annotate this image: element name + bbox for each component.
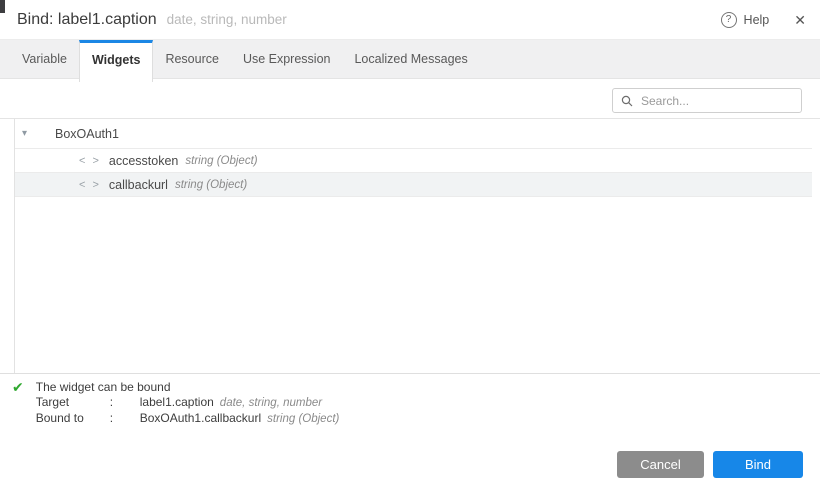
code-brackets-icon: < > <box>79 179 101 191</box>
tab-localized-messages[interactable]: Localized Messages <box>342 40 479 78</box>
status-value: BoxOAuth1.callbackurl <box>140 411 261 425</box>
status-label: Bound to <box>36 411 110 426</box>
help-icon: ? <box>721 12 737 28</box>
status-type: date, string, number <box>220 397 322 409</box>
status-value: label1.caption <box>140 395 214 409</box>
help-label: Help <box>744 13 770 27</box>
close-icon[interactable]: ✕ <box>794 13 806 27</box>
cancel-button[interactable]: Cancel <box>617 451 704 478</box>
status-label: Target <box>36 395 110 410</box>
help-button[interactable]: ? Help <box>721 12 770 28</box>
header-actions: ? Help ✕ <box>721 12 806 28</box>
bind-dialog: Bind: label1.caption date, string, numbe… <box>0 0 820 492</box>
tab-bar: Variable Widgets Resource Use Expression… <box>0 40 820 79</box>
status-divider <box>0 373 820 374</box>
tree-node-accesstoken[interactable]: < > accesstoken string (Object) <box>15 149 812 173</box>
search-input-wrap[interactable] <box>612 88 802 113</box>
status-row-target: Target:label1.caption date, string, numbe… <box>36 395 340 411</box>
status-type: string (Object) <box>267 413 339 425</box>
code-brackets-icon: < > <box>79 155 101 167</box>
search-icon <box>621 95 633 107</box>
search-input[interactable] <box>639 93 793 109</box>
tree-root-label: BoxOAuth1 <box>55 127 119 141</box>
tab-use-expression[interactable]: Use Expression <box>231 40 343 78</box>
tree-node-type: string (Object) <box>185 155 257 167</box>
dialog-header: Bind: label1.caption date, string, numbe… <box>0 0 820 40</box>
status-message: The widget can be bound <box>36 380 340 395</box>
tab-resource[interactable]: Resource <box>153 40 231 78</box>
backdrop-corner <box>0 0 5 13</box>
dialog-title: Bind: label1.caption <box>17 11 157 29</box>
tree-node-root[interactable]: ▾ BoxOAuth1 <box>15 119 812 149</box>
bind-status: ✔ The widget can be bound Target:label1.… <box>12 380 339 427</box>
tree-node-label: callbackurl <box>109 178 168 192</box>
status-lines: The widget can be bound Target:label1.ca… <box>36 380 340 427</box>
status-row-bound-to: Bound to:BoxOAuth1.callbackurl string (Ob… <box>36 411 340 427</box>
status-colon: : <box>110 411 140 426</box>
tree-node-label: accesstoken <box>109 154 178 168</box>
tab-variable[interactable]: Variable <box>10 40 79 78</box>
tree-node-type: string (Object) <box>175 179 247 191</box>
footer-buttons: Cancel Bind <box>617 451 803 478</box>
check-icon: ✔ <box>12 380 24 395</box>
tab-widgets[interactable]: Widgets <box>79 40 154 82</box>
caret-down-icon[interactable]: ▾ <box>22 129 34 139</box>
tree-node-callbackurl[interactable]: < > callbackurl string (Object) <box>15 173 812 197</box>
status-colon: : <box>110 395 140 410</box>
widget-tree: ▾ BoxOAuth1 < > accesstoken string (Obje… <box>14 119 812 373</box>
dialog-title-hint: date, string, number <box>167 12 287 27</box>
bind-button[interactable]: Bind <box>713 451 803 478</box>
